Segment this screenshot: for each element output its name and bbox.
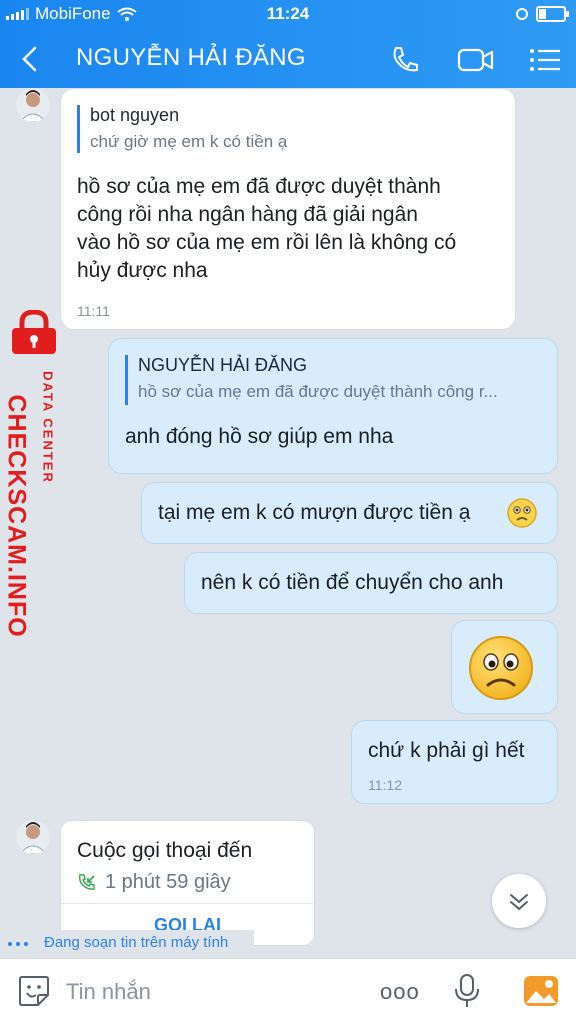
- quote-author: bot nguyen: [90, 105, 180, 125]
- image-gallery-icon[interactable]: [522, 973, 560, 1009]
- incoming-call-card[interactable]: Cuộc gọi thoại đến 1 phút 59 giây GỌI LẠ…: [60, 820, 315, 946]
- watermark-subtitle: DATA CENTER: [40, 371, 56, 484]
- message-bubble-outgoing[interactable]: NGUYỄN HẢI ĐĂNG hồ sơ của mẹ em đã được …: [108, 338, 558, 474]
- padlock-logo: [12, 310, 56, 354]
- message-line: vào hồ sơ của mẹ em rồi lên là không có: [77, 231, 457, 254]
- clock: 11:24: [266, 4, 310, 23]
- more-options-icon[interactable]: ooo: [380, 979, 420, 1015]
- sad-emoji-icon: [507, 498, 537, 528]
- contact-avatar[interactable]: [16, 88, 50, 122]
- incoming-call-icon: [78, 873, 95, 890]
- message-text: chứ k phải gì hết: [368, 739, 525, 762]
- message-bubble-outgoing[interactable]: chứ k phải gì hết 11:12: [351, 720, 558, 804]
- rotation-lock-icon: [516, 8, 528, 20]
- message-time: 11:12: [368, 777, 402, 793]
- battery-icon: [536, 6, 569, 22]
- sticker-icon[interactable]: [16, 973, 52, 1009]
- menu-button[interactable]: [526, 42, 566, 78]
- typing-indicator: Đang soạn tin trên máy tính: [0, 930, 254, 958]
- message-time: 11:11: [77, 303, 110, 319]
- chevron-down-icon: [510, 894, 528, 910]
- status-bar: MobiFone 11:24: [0, 4, 576, 26]
- contact-name[interactable]: NGUYỄN HẢI ĐĂNG: [76, 44, 306, 72]
- video-call-button[interactable]: [456, 42, 496, 78]
- message-input[interactable]: Tin nhắn: [66, 979, 151, 1005]
- message-text: hồ sơ của mẹ em đã được duyệt thành công…: [77, 173, 505, 285]
- sticker-bubble[interactable]: [451, 620, 558, 714]
- call-duration-text: 1 phút 59 giây: [105, 871, 231, 893]
- quoted-message[interactable]: NGUYỄN HẢI ĐĂNG hồ sơ của mẹ em đã được …: [125, 355, 541, 405]
- message-line: hồ sơ của mẹ em đã được duyệt thành: [77, 175, 441, 198]
- quote-text: chứ giờ mẹ em k có tiền ạ: [90, 132, 288, 151]
- quoted-message[interactable]: bot nguyen chứ giờ mẹ em k có tiền ạ: [77, 105, 499, 153]
- scroll-to-bottom-button[interactable]: [492, 874, 546, 928]
- typing-dots-icon: [8, 942, 28, 946]
- checkscam-watermark: DATA CENTER CHECKSCAM.INFO: [3, 310, 64, 638]
- typing-indicator-text: Đang soạn tin trên máy tính: [44, 934, 229, 951]
- divider: [61, 903, 314, 904]
- message-composer: Tin nhắn ooo: [0, 958, 576, 1025]
- quote-text: hồ sơ của mẹ em đã được duyệt thành công…: [138, 382, 498, 401]
- call-duration: 1 phút 59 giây: [77, 871, 231, 894]
- message-bubble-incoming[interactable]: bot nguyen chứ giờ mẹ em k có tiền ạ hồ …: [60, 88, 516, 330]
- phone-call-button[interactable]: [386, 42, 426, 78]
- watermark-brand: CHECKSCAM.INFO: [2, 394, 31, 638]
- microphone-icon[interactable]: [452, 973, 482, 1009]
- message-text: nên k có tiền để chuyển cho anh: [201, 571, 504, 594]
- message-line: công rồi nha ngân hàng đã giải ngân: [77, 203, 418, 226]
- quote-author: NGUYỄN HẢI ĐĂNG: [138, 355, 308, 375]
- contact-avatar[interactable]: [16, 820, 50, 854]
- message-bubble-outgoing[interactable]: nên k có tiền để chuyển cho anh: [184, 552, 558, 614]
- message-text: anh đóng hồ sơ giúp em nha: [125, 425, 394, 448]
- app-header: MobiFone 11:24 NGUYỄN HẢI ĐĂNG: [0, 0, 576, 88]
- sad-face-sticker: [469, 636, 533, 700]
- back-button[interactable]: [16, 44, 46, 74]
- message-bubble-outgoing[interactable]: tại mẹ em k có mượn được tiền ạ: [141, 482, 558, 544]
- message-line: hủy được nha: [77, 259, 208, 282]
- message-text: tại mẹ em k có mượn được tiền ạ: [158, 501, 471, 524]
- call-title: Cuộc gọi thoại đến: [77, 839, 253, 862]
